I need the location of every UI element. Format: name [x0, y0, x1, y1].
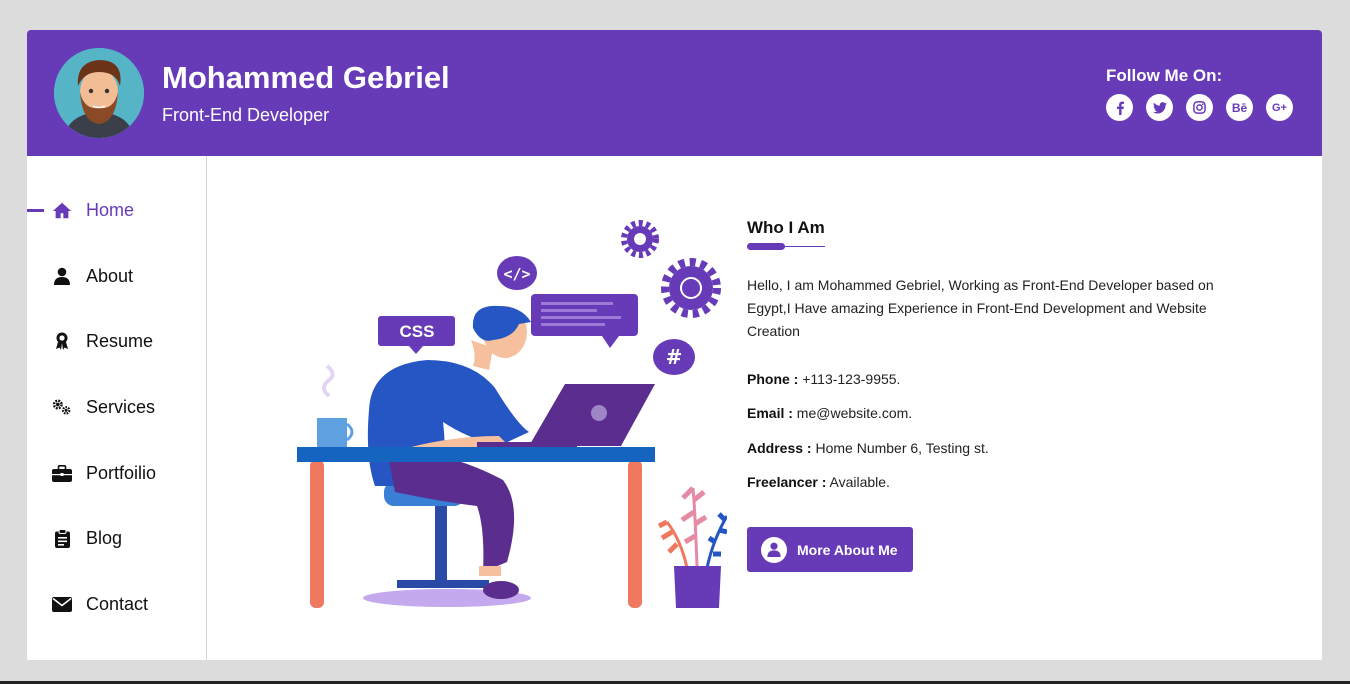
chat-panel: [531, 294, 638, 348]
info-phone: Phone : +113-123-9955.: [747, 371, 900, 387]
profile-name: Mohammed Gebriel: [162, 60, 450, 95]
nav-item-services[interactable]: Services: [27, 387, 206, 427]
avatar: [54, 48, 144, 138]
google-plus-icon[interactable]: G+: [1266, 94, 1293, 121]
clipboard-icon: [52, 528, 72, 548]
briefcase-icon: [52, 463, 72, 483]
about-section: Who I Am Hello, I am Mohammed Gebriel, W…: [747, 218, 1247, 572]
email-value: me@website.com.: [796, 405, 913, 421]
active-indicator: [27, 209, 44, 212]
hash-bubble: #: [653, 339, 695, 375]
instagram-icon[interactable]: [1186, 94, 1213, 121]
home-icon: [52, 200, 72, 220]
gears-icon: [52, 397, 72, 417]
info-email: Email : me@website.com.: [747, 405, 912, 421]
nav-label-blog: Blog: [86, 528, 123, 548]
nav-label-contact: Contact: [86, 594, 149, 614]
css-label: CSS: [400, 322, 435, 341]
twitter-icon[interactable]: [1146, 94, 1173, 121]
more-about-button[interactable]: More About Me: [747, 527, 913, 572]
nav-label-about: About: [86, 266, 134, 286]
email-label: Email :: [747, 405, 793, 421]
nav-label-home: Home: [86, 200, 135, 220]
profile-role: Front-End Developer: [162, 105, 330, 125]
code-label: </>: [503, 265, 530, 283]
nav-item-about[interactable]: About: [27, 256, 206, 296]
facebook-icon[interactable]: [1106, 94, 1133, 121]
hash-label: #: [666, 345, 683, 369]
css-bubble: CSS: [378, 316, 455, 354]
nav-item-blog[interactable]: Blog: [27, 518, 206, 558]
nav-label-resume: Resume: [86, 331, 154, 351]
user-icon: [52, 266, 72, 286]
address-value: Home Number 6, Testing st.: [815, 440, 989, 456]
developer-illustration: </> # CSS: [297, 220, 727, 608]
plant: [657, 486, 727, 608]
profile-card: Mohammed Gebriel Front-End Developer Fol…: [27, 30, 1322, 660]
about-bio: Hello, I am Mohammed Gebriel, Working as…: [747, 277, 1214, 339]
social-links: Bē G+: [1106, 94, 1293, 121]
user-icon: [761, 536, 787, 563]
header: Mohammed Gebriel Front-End Developer Fol…: [27, 30, 1322, 156]
more-about-label: More About Me: [797, 541, 898, 558]
nav-item-portfolio[interactable]: Portfoilio: [27, 453, 206, 493]
info-address: Address : Home Number 6, Testing st.: [747, 440, 989, 456]
info-freelancer: Freelancer : Available.: [747, 474, 890, 490]
behance-icon[interactable]: Bē: [1226, 94, 1253, 121]
title-underline: [747, 242, 825, 250]
nav-item-home[interactable]: Home: [27, 190, 206, 230]
nav-label-portfolio: Portfoilio: [86, 463, 157, 483]
award-icon: [52, 331, 72, 351]
follow-title: Follow Me On:: [1106, 66, 1223, 85]
address-label: Address :: [747, 440, 812, 456]
nav-item-resume[interactable]: Resume: [27, 321, 206, 361]
coffee-cup: [317, 364, 354, 448]
freelancer-value: Available.: [829, 474, 890, 490]
freelancer-label: Freelancer :: [747, 474, 827, 490]
about-title: Who I Am: [747, 218, 825, 237]
envelope-icon: [52, 594, 72, 614]
phone-label: Phone :: [747, 371, 799, 387]
code-bubble: </>: [497, 256, 537, 290]
nav-label-services: Services: [86, 397, 156, 417]
nav-item-contact[interactable]: Contact: [27, 584, 206, 624]
sidebar: Home About Resume Services Portfoilio Bl…: [27, 156, 207, 660]
phone-value: +113-123-9955.: [802, 371, 901, 387]
